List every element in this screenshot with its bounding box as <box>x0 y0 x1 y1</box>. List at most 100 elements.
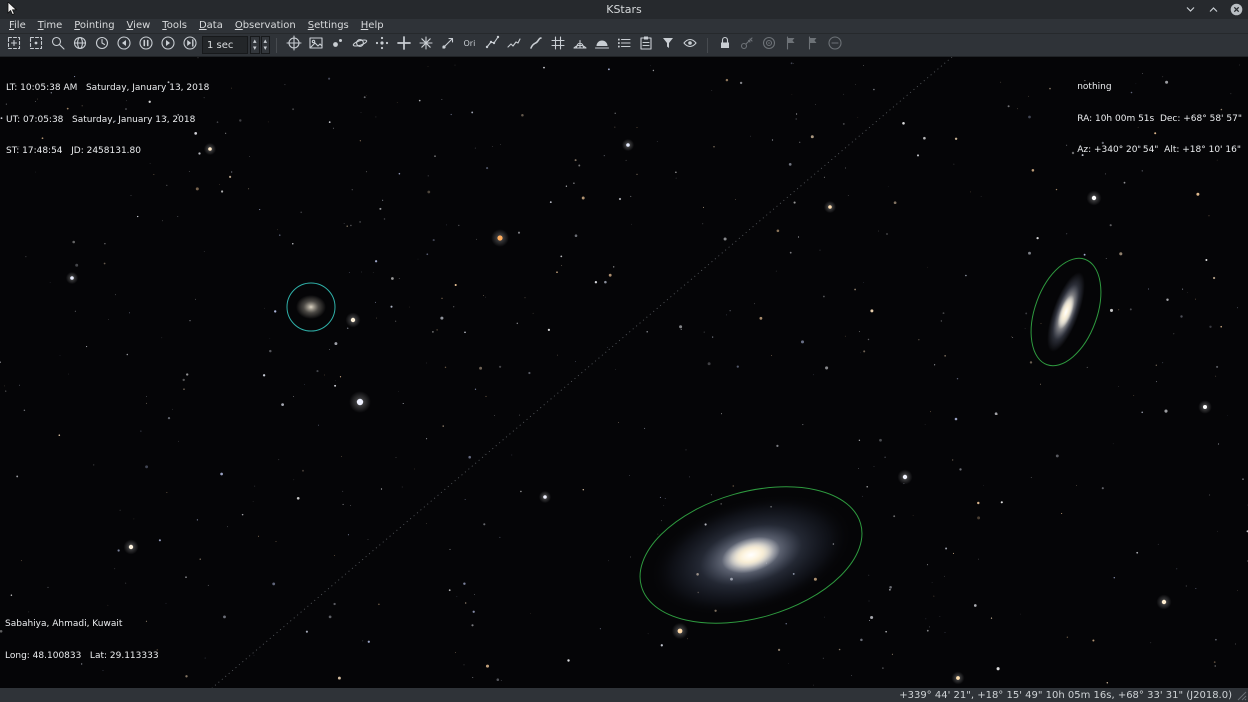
maximize-button[interactable] <box>1206 3 1220 17</box>
time-step-spinbox[interactable]: 1 sec <box>202 36 248 54</box>
menubar: FileTimePointingViewToolsDataObservation… <box>0 19 1248 34</box>
set-time-icon <box>94 35 110 55</box>
set-geolocation-button[interactable] <box>69 35 91 56</box>
observation-list-icon <box>638 35 654 55</box>
time-stop-icon <box>138 35 154 55</box>
ground-toggle[interactable] <box>591 35 613 56</box>
asteroids-toggle[interactable] <box>371 35 393 56</box>
statusbar-coordinates: +339° 44' 21", +18° 15' 49" 10h 05m 16s,… <box>899 690 1232 701</box>
time-reverse-icon <box>116 35 132 55</box>
park-icon <box>827 35 843 55</box>
asteroids-icon <box>374 35 390 55</box>
time-info-overlay: LT: 10:05:38 AM Saturday, January 13, 20… <box>6 62 209 178</box>
focus-info-overlay: nothing RA: 10h 00m 51s Dec: +68° 58' 57… <box>1077 61 1242 177</box>
set-time-button[interactable] <box>91 35 113 56</box>
focus-horizontal-coords: Az: +340° 20' 54" Alt: +18° 10' 16" <box>1077 145 1242 156</box>
supernovae-toggle[interactable] <box>415 35 437 56</box>
planets-toggle[interactable] <box>349 35 371 56</box>
constellation-lines-icon <box>484 35 500 55</box>
menu-tools[interactable]: Tools <box>156 19 193 33</box>
time-unit-stepper[interactable]: ▴▾ <box>261 36 271 54</box>
equatorial-grid-icon <box>550 35 566 55</box>
park-button <box>824 35 846 56</box>
search-button[interactable] <box>47 35 69 56</box>
telescope-track-button <box>758 35 780 56</box>
time-stop-button[interactable] <box>135 35 157 56</box>
local-time-label: LT: 10:05:38 AM Saturday, January 13, 20… <box>6 83 209 94</box>
window-title: KStars <box>606 3 642 16</box>
pointing-mode-icon <box>28 35 44 55</box>
mouse-cursor-icon <box>7 2 19 16</box>
sky-map[interactable]: LT: 10:05:38 AM Saturday, January 13, 20… <box>0 57 1248 688</box>
geo-info-overlay: Sabahiya, Ahmadi, Kuwait Long: 48.100833… <box>5 598 159 682</box>
menu-settings[interactable]: Settings <box>302 19 355 33</box>
pointing-mode-button[interactable] <box>25 35 47 56</box>
flag-icon <box>783 35 799 55</box>
minimize-button[interactable] <box>1183 3 1197 17</box>
resize-grip-icon[interactable] <box>1237 691 1247 701</box>
views-button[interactable] <box>679 35 701 56</box>
geo-coordinates-label: Long: 48.100833 Lat: 29.113333 <box>5 651 159 662</box>
equatorial-grid-toggle[interactable] <box>547 35 569 56</box>
ground-icon <box>594 35 610 55</box>
flag-add-button <box>802 35 824 56</box>
statusbar: +339° 44' 21", +18° 15' 49" 10h 05m 16s,… <box>0 688 1248 702</box>
coordinate-system-icon <box>286 35 302 55</box>
menu-pointing[interactable]: Pointing <box>68 19 120 33</box>
flag-add-icon <box>805 35 821 55</box>
time-step-value: 1 sec <box>207 40 233 51</box>
planets-icon <box>352 35 368 55</box>
menu-time[interactable]: Time <box>32 19 68 33</box>
milky-way-toggle[interactable] <box>525 35 547 56</box>
time-reverse-button[interactable] <box>113 35 135 56</box>
toolbar-separator <box>707 38 708 53</box>
horizontal-grid-icon <box>572 35 588 55</box>
flag-button <box>780 35 802 56</box>
fov-symbol-button[interactable] <box>657 35 679 56</box>
sidereal-time-label: ST: 17:48:54 JD: 2458131.80 <box>6 146 209 157</box>
menu-help[interactable]: Help <box>355 19 390 33</box>
find-object-button[interactable] <box>3 35 25 56</box>
fov-symbol-icon <box>660 35 676 55</box>
menu-file[interactable]: File <box>3 19 32 33</box>
time-start-icon <box>160 35 176 55</box>
toolbar-separator <box>276 38 277 53</box>
milky-way-icon <box>528 35 544 55</box>
find-object-icon <box>6 35 22 55</box>
constellation-lines-toggle[interactable] <box>481 35 503 56</box>
menu-view[interactable]: View <box>121 19 157 33</box>
search-icon <box>50 35 66 55</box>
lock-position-icon <box>717 35 733 55</box>
titlebar[interactable]: KStars <box>0 0 1248 19</box>
time-step-stepper[interactable]: ▴▾ <box>250 36 260 54</box>
stars-toggle[interactable] <box>327 35 349 56</box>
focus-equatorial-coords: RA: 10h 00m 51s Dec: +68° 58' 57" <box>1077 114 1242 125</box>
deep-sky-objects-toggle[interactable] <box>393 35 415 56</box>
whats-interesting-button[interactable] <box>613 35 635 56</box>
views-icon <box>682 35 698 55</box>
time-advance-icon <box>182 35 198 55</box>
supernovae-icon <box>418 35 434 55</box>
menu-observation[interactable]: Observation <box>229 19 302 33</box>
horizontal-grid-toggle[interactable] <box>569 35 591 56</box>
time-start-button[interactable] <box>157 35 179 56</box>
observation-list-button[interactable] <box>635 35 657 56</box>
comets-toggle[interactable] <box>437 35 459 56</box>
menu-data[interactable]: Data <box>193 19 229 33</box>
constellation-boundaries-toggle[interactable] <box>503 35 525 56</box>
comets-icon <box>440 35 456 55</box>
close-button[interactable] <box>1229 3 1243 17</box>
sky-images-toggle[interactable] <box>305 35 327 56</box>
whats-interesting-icon <box>616 35 632 55</box>
svg-text:Ori: Ori <box>464 39 476 48</box>
kstars-window: KStars FileTimePointingViewToolsDataObse… <box>0 0 1248 702</box>
deep-sky-objects-icon <box>396 35 412 55</box>
stars-icon <box>330 35 346 55</box>
sky-images-icon <box>308 35 324 55</box>
constellation-boundaries-icon <box>506 35 522 55</box>
time-advance-button[interactable] <box>179 35 201 56</box>
coordinate-system-toggle[interactable] <box>283 35 305 56</box>
telescope-connect-button <box>736 35 758 56</box>
lock-position-button[interactable] <box>714 35 736 56</box>
constellation-names-toggle[interactable]: Ori <box>459 35 481 56</box>
